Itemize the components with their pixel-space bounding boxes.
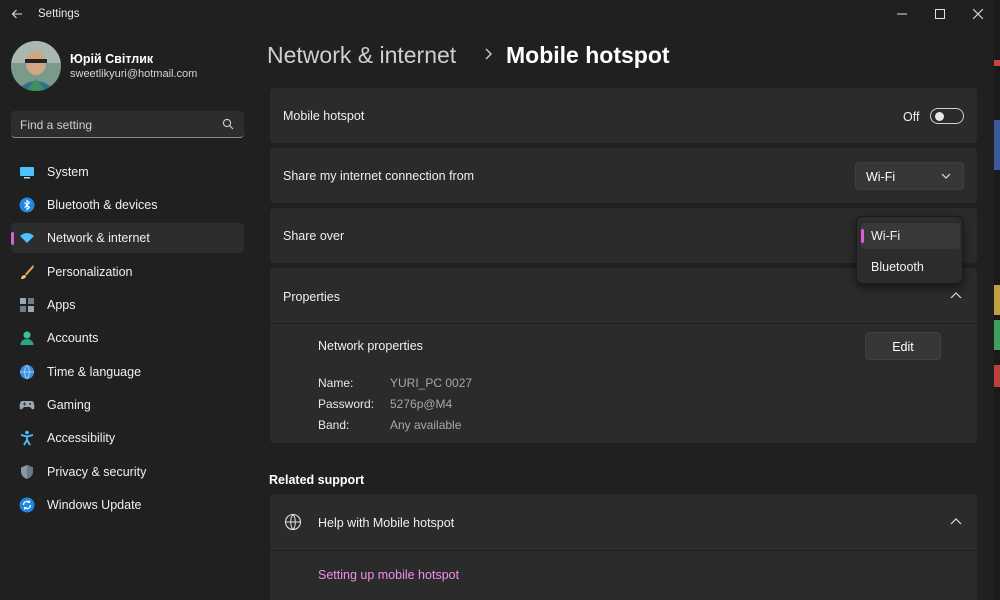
- sidebar-item-personalization[interactable]: Personalization: [11, 257, 244, 287]
- sidebar-item-apps[interactable]: Apps: [11, 290, 244, 320]
- property-key-band: Band:: [318, 418, 350, 432]
- divider: [270, 323, 977, 324]
- edit-button[interactable]: Edit: [865, 332, 941, 360]
- person-icon: [20, 331, 34, 345]
- minimize-icon: [897, 13, 907, 15]
- hotspot-card: Mobile hotspot Off: [270, 88, 977, 143]
- share-from-card: Share my internet connection from Wi-Fi: [270, 148, 977, 203]
- properties-card: Properties Network properties Edit Name:…: [270, 268, 977, 443]
- accessibility-icon: [20, 430, 34, 446]
- user-name: Юрій Світлик: [70, 52, 154, 66]
- maximize-icon: [935, 9, 945, 19]
- user-photo-icon: [11, 41, 61, 91]
- sidebar-item-time-language[interactable]: Time & language: [11, 357, 244, 387]
- property-key-password: Password:: [318, 397, 375, 411]
- share-over-label: Share over: [283, 229, 345, 243]
- related-support-heading: Related support: [269, 473, 365, 487]
- selected-indicator: [861, 229, 864, 243]
- chevron-up-icon[interactable]: [950, 518, 962, 526]
- search-placeholder[interactable]: Find a setting: [20, 118, 92, 132]
- sidebar-item-system[interactable]: System: [11, 157, 244, 187]
- brush-icon: [21, 265, 34, 279]
- property-value-password: 5276p@M4: [390, 397, 453, 411]
- globe-icon: [284, 513, 302, 531]
- help-card: Help with Mobile hotspot Setting up mobi…: [270, 494, 977, 600]
- app-title: Settings: [38, 8, 80, 20]
- shield-icon: [21, 465, 33, 479]
- title-bar: Settings: [0, 0, 1000, 30]
- hotspot-label: Mobile hotspot: [283, 109, 365, 123]
- monitor-icon: [20, 167, 34, 179]
- share-over-option-bluetooth[interactable]: Bluetooth: [861, 254, 960, 280]
- sidebar-item-gaming[interactable]: Gaming: [11, 390, 244, 420]
- properties-label: Properties: [283, 290, 340, 304]
- sidebar-item-label: Bluetooth & devices: [47, 198, 158, 212]
- hotspot-state-text: Off: [903, 110, 920, 124]
- sidebar-item-label: Accessibility: [47, 431, 116, 445]
- property-key-name: Name:: [318, 376, 354, 390]
- update-icon: [19, 497, 35, 513]
- hotspot-toggle[interactable]: [930, 108, 964, 124]
- chevron-right-icon: [485, 48, 492, 60]
- property-value-band: Any available: [390, 418, 462, 432]
- share-over-option-wifi[interactable]: Wi-Fi: [861, 223, 960, 249]
- apps-icon: [20, 298, 34, 312]
- share-over-dropdown-menu: Wi-Fi Bluetooth: [856, 216, 963, 284]
- back-arrow-icon: [11, 9, 22, 19]
- active-indicator: [11, 232, 14, 245]
- toggle-knob: [935, 112, 944, 121]
- share-from-dropdown[interactable]: Wi-Fi: [855, 162, 964, 190]
- search-icon: [222, 118, 234, 130]
- network-properties-label: Network properties: [318, 339, 423, 353]
- wifi-icon: [20, 233, 34, 243]
- option-label: Bluetooth: [871, 260, 924, 274]
- property-value-name: YURI_PC 0027: [390, 376, 473, 390]
- close-button[interactable]: [958, 0, 998, 28]
- minimize-button[interactable]: [882, 0, 922, 28]
- sidebar-item-label: Accounts: [47, 331, 99, 345]
- sidebar-item-label: Apps: [47, 298, 76, 312]
- breadcrumb-parent[interactable]: Network & internet: [267, 42, 456, 69]
- sidebar-item-label: Personalization: [47, 265, 133, 279]
- avatar[interactable]: [11, 41, 61, 91]
- back-button[interactable]: [8, 5, 26, 23]
- sidebar-item-label: Privacy & security: [47, 465, 147, 479]
- bluetooth-icon: [19, 197, 35, 213]
- close-icon: [973, 9, 983, 19]
- sidebar-item-label: System: [47, 165, 89, 179]
- sidebar-item-network[interactable]: Network & internet: [11, 223, 244, 253]
- background-window-edge: [994, 0, 1000, 600]
- sidebar-item-label: Time & language: [47, 365, 142, 379]
- search-box[interactable]: Find a setting: [11, 111, 244, 138]
- sidebar-item-label: Windows Update: [47, 498, 142, 512]
- edit-button-label: Edit: [892, 340, 914, 354]
- sidebar-item-accessibility[interactable]: Accessibility: [11, 423, 244, 453]
- user-email: sweetlikyuri@hotmail.com: [70, 68, 198, 80]
- option-label: Wi-Fi: [871, 229, 901, 243]
- sidebar-item-label: Network & internet: [47, 231, 150, 245]
- divider: [270, 550, 977, 551]
- chevron-down-icon: [941, 173, 951, 179]
- share-from-value: Wi-Fi: [866, 170, 896, 184]
- sidebar-item-privacy[interactable]: Privacy & security: [11, 457, 244, 487]
- setting-up-hotspot-link[interactable]: Setting up mobile hotspot: [318, 568, 459, 582]
- page-title: Mobile hotspot: [506, 42, 670, 68]
- share-from-label: Share my internet connection from: [283, 169, 475, 183]
- chevron-up-icon[interactable]: [950, 292, 962, 300]
- maximize-button[interactable]: [920, 0, 960, 28]
- gamepad-icon: [19, 401, 35, 410]
- help-label: Help with Mobile hotspot: [318, 516, 455, 530]
- sidebar-item-label: Gaming: [47, 398, 91, 412]
- sidebar-item-windows-update[interactable]: Windows Update: [11, 490, 244, 520]
- sidebar-item-bluetooth[interactable]: Bluetooth & devices: [11, 190, 244, 220]
- sidebar-item-accounts[interactable]: Accounts: [11, 323, 244, 353]
- globe-clock-icon: [20, 364, 34, 380]
